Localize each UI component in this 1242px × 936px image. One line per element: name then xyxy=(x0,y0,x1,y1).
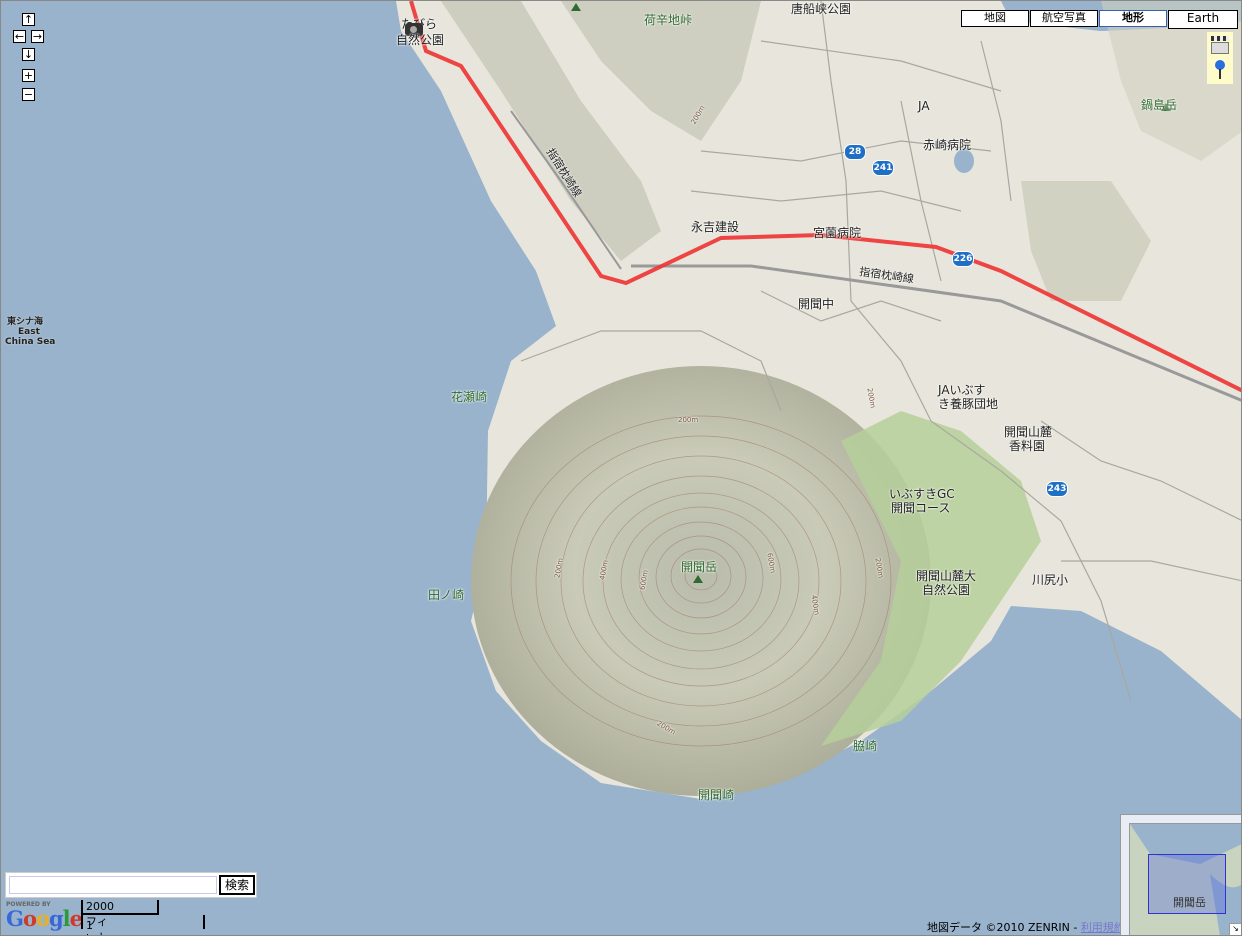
place-label: 開聞崎 xyxy=(698,788,735,802)
place-label: JA xyxy=(918,99,930,113)
place-label: 開聞山麓大 xyxy=(916,569,977,583)
overview-collapse-icon[interactable]: ↘ xyxy=(1229,923,1241,935)
map-canvas[interactable]: たびら 自然公園 荷辛地峠 唐船峡公園 JA 赤崎病院 鍋島岳 永吉建設 宮薗病… xyxy=(0,0,1242,936)
overview-viewport: 開聞岳 xyxy=(1129,823,1241,935)
pan-down-button[interactable]: ↓ xyxy=(22,48,35,61)
place-label: 自然公園 xyxy=(922,583,971,597)
place-label: 永吉建設 xyxy=(691,220,740,234)
overview-map[interactable]: 開聞岳 ↘ xyxy=(1120,814,1241,935)
route-shield: 243 xyxy=(1046,481,1068,497)
zoom-in-button[interactable]: + xyxy=(22,69,35,82)
terms-link[interactable]: 利用規約 xyxy=(1081,921,1125,934)
search-box: 検索 xyxy=(5,872,257,898)
contour-label: 200m xyxy=(678,416,699,424)
place-label: 花瀬崎 xyxy=(451,390,488,404)
place-label: 開聞山麓 xyxy=(1004,425,1053,439)
pan-up-button[interactable]: ↑ xyxy=(22,13,35,26)
map-tools xyxy=(1207,32,1233,84)
place-label: 香料園 xyxy=(1009,439,1046,453)
route-shield: 226 xyxy=(952,251,974,267)
sea-label: East xyxy=(18,327,40,337)
overview-label: 開聞岳 xyxy=(1173,896,1206,909)
map-type-satellite[interactable]: 航空写真 xyxy=(1030,10,1098,27)
place-label: 開聞コース xyxy=(891,501,951,515)
place-label: 自然公園 xyxy=(396,33,445,47)
terrain-layer xyxy=(396,1,1241,799)
copyright: 地図データ ©2010 ZENRIN - 利用規約 xyxy=(927,919,1125,935)
place-label: 赤崎病院 xyxy=(923,138,972,152)
place-label: 脇崎 xyxy=(853,739,878,753)
place-label: 鍋島岳 xyxy=(1141,98,1178,112)
place-label: 宮薗病院 xyxy=(813,226,862,240)
map-pin-icon[interactable] xyxy=(1215,60,1225,79)
copyright-text: 地図データ ©2010 ZENRIN - xyxy=(927,921,1081,934)
place-label: いぶすきGC xyxy=(889,487,955,501)
map-type-earth[interactable]: Earth xyxy=(1168,10,1238,29)
scale-metric: 1 km xyxy=(86,919,103,935)
search-input[interactable] xyxy=(9,876,217,894)
peak-label: 開聞岳 xyxy=(681,560,718,574)
sea-label: 東シナ海 xyxy=(7,317,44,327)
route-shield: 28 xyxy=(844,144,866,160)
place-label: 唐船峡公園 xyxy=(791,2,852,16)
place-label: 田ノ崎 xyxy=(428,588,465,602)
search-button[interactable]: 検索 xyxy=(219,875,255,895)
pond xyxy=(954,149,974,173)
google-logo[interactable]: Google xyxy=(6,906,83,931)
clapperboard-icon[interactable] xyxy=(1211,36,1229,54)
map-type-control: 地図 航空写真 地形 Earth xyxy=(961,10,1239,29)
place-label: 荷辛地峠 xyxy=(644,13,693,27)
map-type-terrain[interactable]: 地形 xyxy=(1099,10,1167,27)
sea-label: China Sea xyxy=(5,337,56,347)
map-type-map[interactable]: 地図 xyxy=(961,10,1029,27)
place-label: JAいぶす xyxy=(938,383,986,397)
place-label: き養豚団地 xyxy=(938,397,999,411)
route-shield: 241 xyxy=(872,160,894,176)
zoom-out-button[interactable]: − xyxy=(22,88,35,101)
pan-left-button[interactable]: ← xyxy=(13,30,26,43)
place-label: 開聞中 xyxy=(798,297,835,311)
pan-right-button[interactable]: → xyxy=(31,30,44,43)
place-label: 川尻小 xyxy=(1032,573,1069,587)
